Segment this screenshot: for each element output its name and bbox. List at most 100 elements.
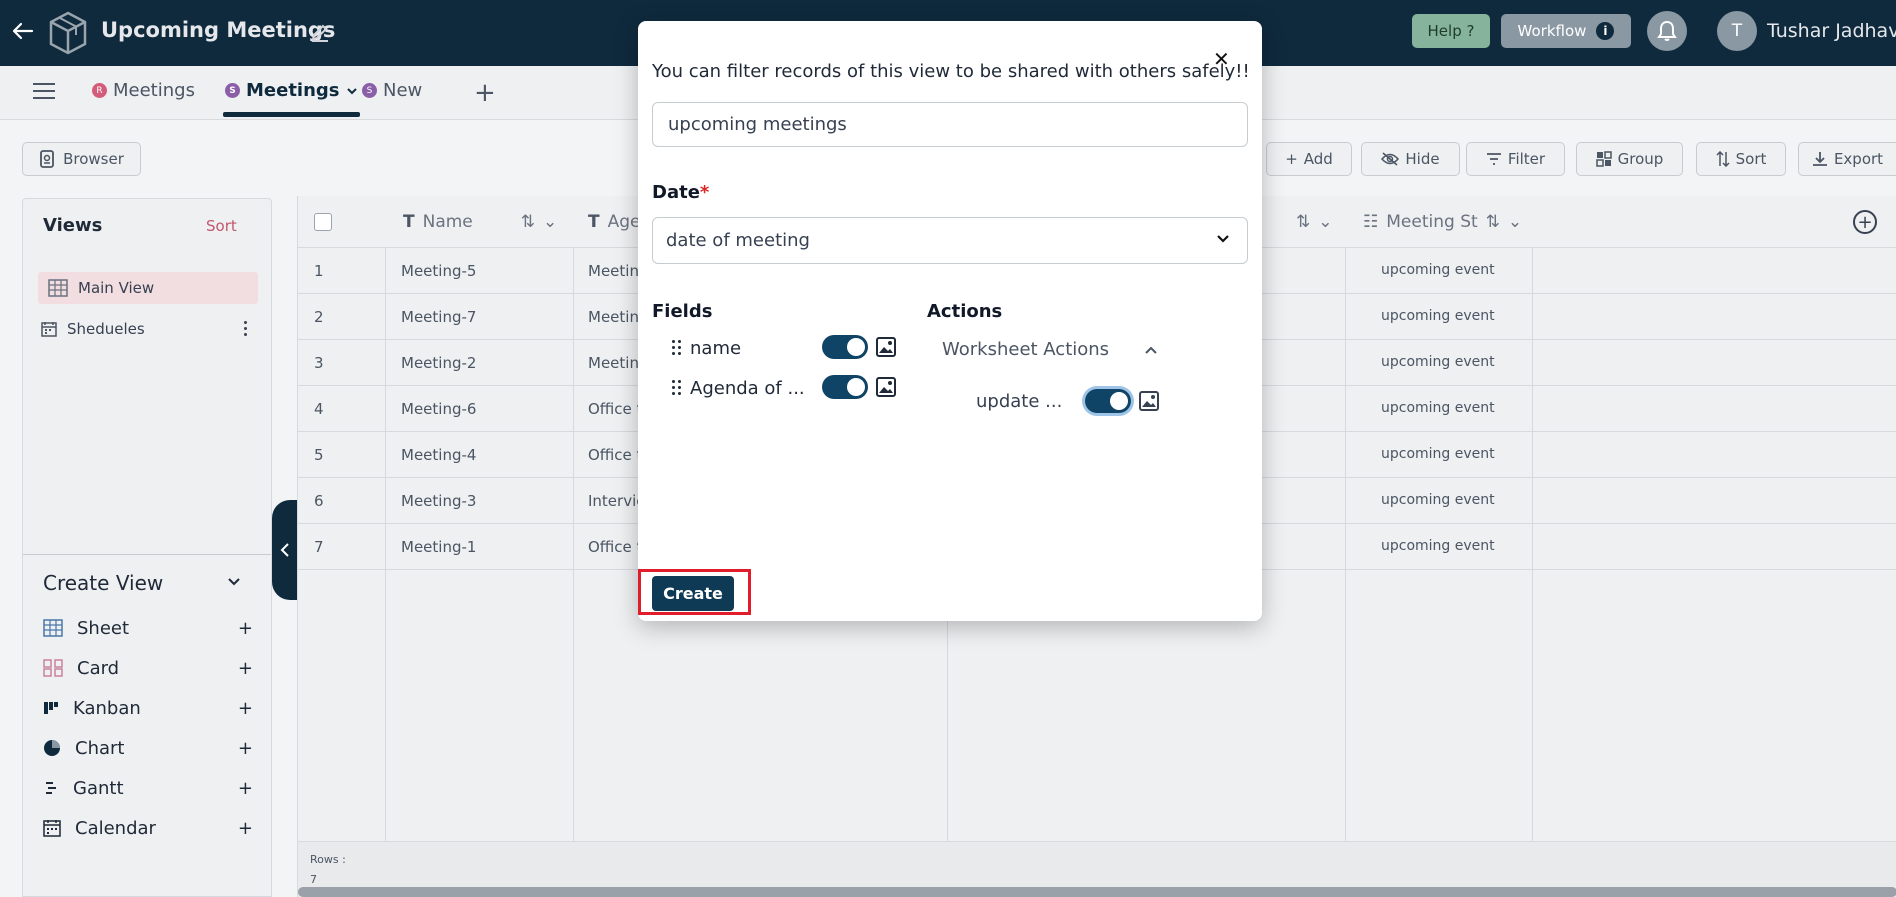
cell-agenda[interactable]: Office t	[588, 446, 642, 464]
column-header-meeting-status[interactable]: ☷ Meeting St ⇅ ⌄	[1363, 212, 1522, 232]
drag-handle-icon[interactable]	[672, 340, 682, 356]
filter-button[interactable]: Filter	[1466, 142, 1565, 176]
cell-status[interactable]: upcoming event	[1381, 492, 1495, 508]
sort-icon[interactable]: ⇅	[521, 212, 535, 232]
plus-icon[interactable]: +	[238, 618, 253, 639]
image-icon[interactable]	[876, 377, 896, 397]
cell-name[interactable]: Meeting-5	[401, 262, 476, 280]
view-item-shedueles[interactable]: Shedueles	[38, 313, 258, 345]
cell-agenda[interactable]: Intervie	[588, 492, 645, 510]
edit-pencil-icon[interactable]	[310, 20, 330, 42]
cell-name[interactable]: Meeting-2	[401, 354, 476, 372]
cell-agenda[interactable]: Meetin	[588, 262, 639, 280]
cell-name[interactable]: Meeting-1	[401, 538, 476, 556]
browser-icon	[40, 150, 54, 168]
help-button[interactable]: Help ?	[1412, 14, 1490, 48]
more-options-icon[interactable]	[244, 321, 248, 337]
cell-name[interactable]: Meeting-6	[401, 400, 476, 418]
required-asterisk: *	[699, 182, 710, 203]
create-view-label: Sheet	[77, 617, 130, 639]
tab-meetings-1[interactable]: R Meetings	[92, 80, 195, 101]
cell-status[interactable]: upcoming event	[1381, 446, 1495, 462]
group-icon	[1595, 151, 1612, 167]
group-button[interactable]: Group	[1576, 142, 1683, 176]
chevron-up-icon[interactable]	[1144, 343, 1158, 357]
plus-icon[interactable]: +	[238, 778, 253, 799]
browser-button[interactable]: Browser	[22, 142, 141, 176]
cell-status[interactable]: upcoming event	[1381, 400, 1495, 416]
browser-label: Browser	[63, 150, 124, 168]
chevron-down-icon[interactable]	[346, 85, 358, 97]
create-view-card[interactable]: Card +	[43, 653, 253, 683]
plus-icon[interactable]: +	[238, 698, 253, 719]
hide-button[interactable]: Hide	[1361, 142, 1460, 176]
sort-icon[interactable]: ⇅	[1486, 212, 1500, 232]
sort-button[interactable]: Sort	[1696, 142, 1786, 176]
column-header-agenda[interactable]: T Age	[588, 212, 641, 232]
column-header-name[interactable]: T Name ⇅ ⌄	[403, 212, 557, 232]
field-name-toggle[interactable]	[822, 335, 868, 359]
add-button[interactable]: + Add	[1266, 142, 1352, 176]
create-view-gantt[interactable]: Gantt +	[43, 773, 253, 803]
view-item-main-view[interactable]: Main View	[38, 272, 258, 304]
group-label: Group	[1617, 150, 1664, 168]
select-all-checkbox[interactable]	[314, 213, 332, 231]
view-name-input[interactable]	[652, 102, 1248, 147]
workflow-label: Workflow	[1517, 22, 1587, 40]
active-tab-indicator	[223, 112, 360, 117]
drag-handle-icon[interactable]	[672, 380, 682, 396]
collapse-sidebar-button[interactable]	[272, 500, 297, 600]
notification-bell-icon[interactable]	[1647, 11, 1687, 51]
create-view-label: Chart	[75, 737, 125, 759]
action-update-toggle[interactable]	[1085, 389, 1131, 413]
plus-icon[interactable]: +	[238, 738, 253, 759]
plus-icon[interactable]: +	[238, 658, 253, 679]
tab-meetings-active[interactable]: S Meetings	[225, 80, 358, 101]
add-column-icon[interactable]: +	[1853, 210, 1877, 234]
create-view-chart[interactable]: Chart +	[43, 733, 253, 763]
cell-status[interactable]: upcoming event	[1381, 262, 1495, 278]
hamburger-menu-icon[interactable]	[33, 83, 55, 101]
cell-name[interactable]: Meeting-7	[401, 308, 476, 326]
export-button[interactable]: Export	[1798, 142, 1896, 176]
cell-status[interactable]: upcoming event	[1381, 308, 1495, 324]
views-sort-link[interactable]: Sort	[206, 217, 237, 235]
column-sort-controls[interactable]: ⇅ ⌄	[1296, 212, 1333, 232]
tab-new[interactable]: S New	[362, 80, 422, 101]
image-icon[interactable]	[1139, 391, 1159, 411]
create-view-kanban[interactable]: Kanban +	[43, 693, 253, 723]
column-header-label: Name	[422, 212, 473, 232]
cell-name[interactable]: Meeting-3	[401, 492, 476, 510]
chevron-down-icon[interactable]: ⌄	[543, 212, 557, 232]
create-view-calendar[interactable]: Calendar +	[43, 813, 253, 843]
image-icon[interactable]	[876, 337, 896, 357]
cell-agenda[interactable]: Office t	[588, 400, 642, 418]
cell-status[interactable]: upcoming event	[1381, 354, 1495, 370]
user-name[interactable]: Tushar Jadhav	[1767, 20, 1896, 42]
cell-agenda[interactable]: Meetin	[588, 354, 639, 372]
cell-agenda[interactable]: Meetin	[588, 308, 639, 326]
create-button[interactable]: Create	[652, 576, 734, 611]
workflow-button[interactable]: Workflow i	[1501, 14, 1631, 48]
chevron-down-icon[interactable]: ⌄	[1508, 212, 1522, 232]
avatar[interactable]: T	[1717, 11, 1757, 51]
chevron-left-icon	[280, 543, 289, 557]
field-agenda-toggle[interactable]	[822, 375, 868, 399]
sort-icon[interactable]: ⇅	[1296, 212, 1310, 232]
cell-agenda[interactable]: Office t	[588, 538, 642, 556]
grid-icon	[48, 279, 68, 297]
plus-icon[interactable]: +	[238, 818, 253, 839]
cell-name[interactable]: Meeting-4	[401, 446, 476, 464]
date-field-select[interactable]: date of meeting	[652, 217, 1248, 264]
cell-status[interactable]: upcoming event	[1381, 538, 1495, 554]
create-view-sheet[interactable]: Sheet +	[43, 613, 253, 643]
back-arrow-icon[interactable]	[10, 18, 40, 48]
worksheet-actions-toggle[interactable]: Worksheet Actions	[942, 339, 1109, 360]
sort-icon	[1716, 151, 1730, 167]
row-number: 2	[314, 308, 324, 326]
chevron-down-icon[interactable]: ⌄	[1318, 212, 1332, 232]
add-tab-icon[interactable]: +	[474, 78, 496, 108]
horizontal-scrollbar[interactable]	[298, 887, 1896, 897]
text-type-icon: T	[403, 212, 415, 232]
chevron-down-icon[interactable]	[227, 575, 241, 591]
